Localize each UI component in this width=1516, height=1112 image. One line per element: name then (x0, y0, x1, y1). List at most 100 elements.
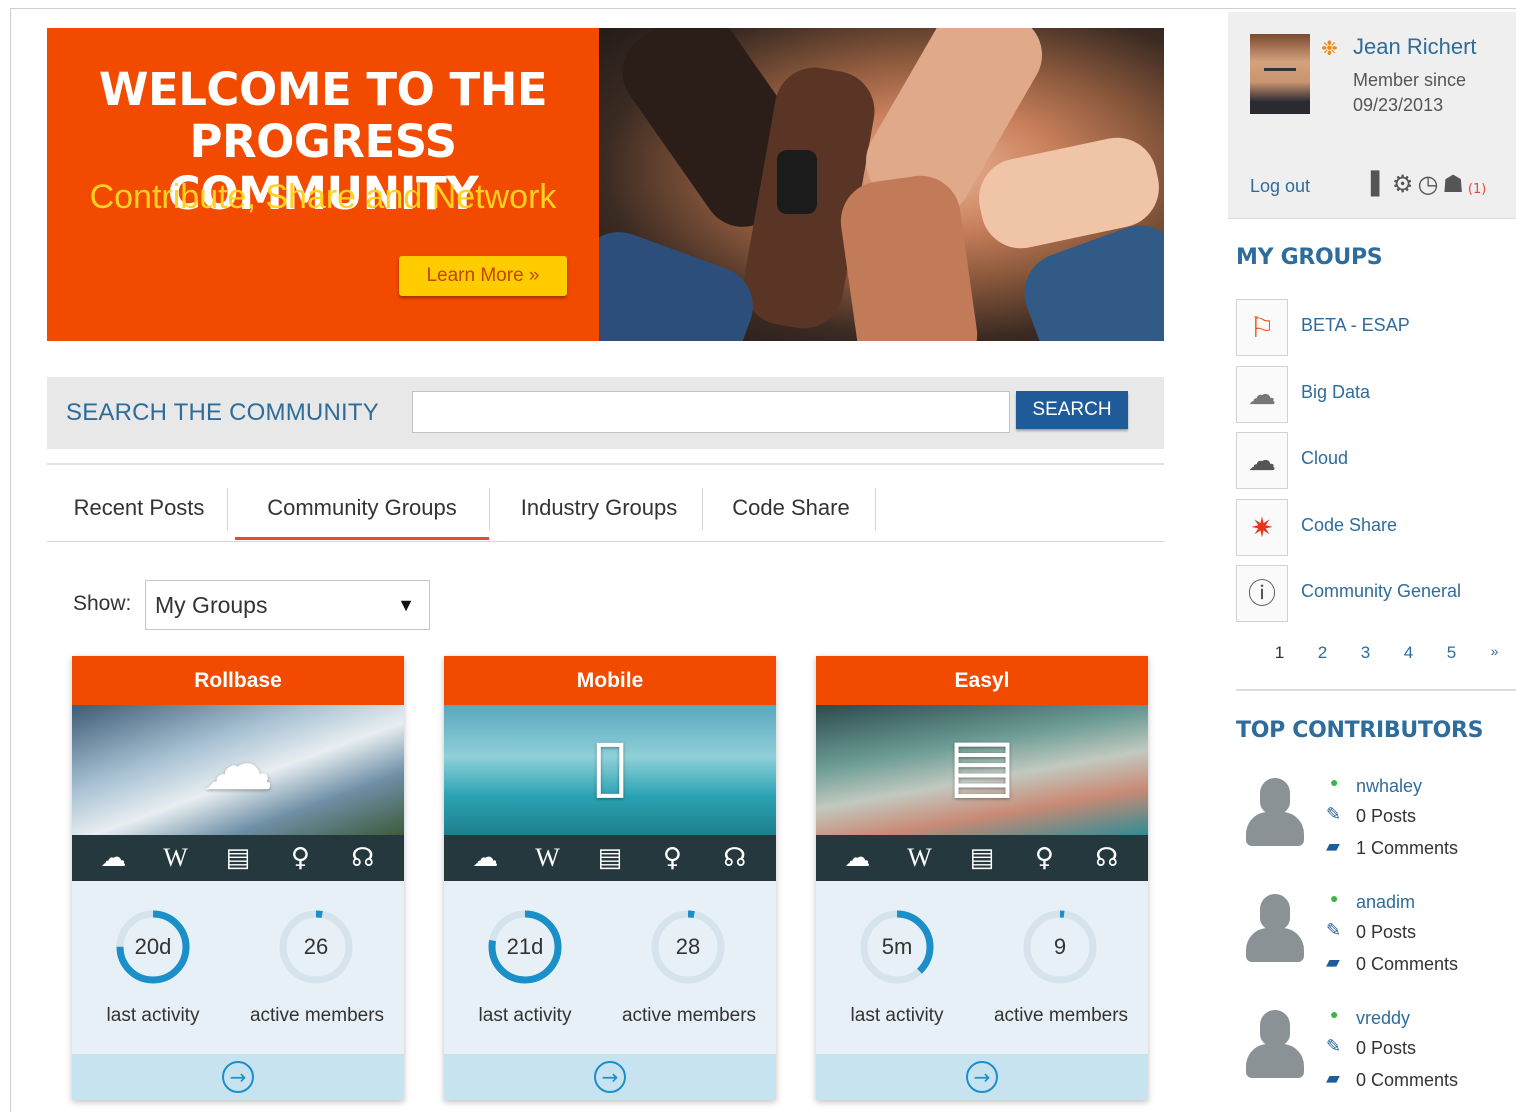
divider (47, 463, 1164, 465)
discussions-icon[interactable]: ☁ (465, 843, 505, 873)
history-clock-icon[interactable]: ◷ (1417, 170, 1438, 198)
tab-code-share[interactable]: Code Share (711, 486, 871, 530)
last-activity-label: last activity (106, 1005, 200, 1026)
notification-count[interactable]: (1) (1468, 182, 1486, 197)
online-status-icon: ● (1330, 890, 1339, 906)
my-group-item[interactable]: ✷ Code Share (1236, 499, 1506, 557)
ideas-icon[interactable]: ♀ (280, 843, 320, 873)
group-card: Rollbase ☁ ☁ W ▤ ♀ ☊ 20d last activity 26 active m… (72, 656, 404, 1100)
banner-hands-photo (599, 28, 1164, 341)
pencil-icon: ✎ (1326, 804, 1342, 825)
comments-icon: ▰ (1326, 836, 1340, 857)
arrow-right-circle-icon[interactable]: → (594, 1061, 626, 1093)
group-card-banner: ☁ (72, 705, 404, 835)
contributor-item: ● vreddy ✎ 0 Posts ▰ 0 Comments (1240, 1006, 1510, 1112)
last-activity-value: 20d (134, 934, 172, 959)
page-link-4[interactable]: 4 (1387, 643, 1430, 663)
wiki-icon[interactable]: W (156, 843, 196, 873)
group-card-title[interactable]: Mobile (444, 656, 776, 705)
my-group-name: Code Share (1301, 515, 1398, 535)
search-label: SEARCH THE COMMUNITY (66, 399, 379, 426)
tab-recent-posts[interactable]: Recent Posts (53, 486, 225, 530)
member-since-date: 09/23/2013 (1353, 95, 1444, 115)
contributor-item: ● nwhaley ✎ 0 Posts ▰ 1 Comments (1240, 774, 1510, 884)
ideas-icon[interactable]: ♀ (652, 843, 692, 873)
banner-subtitle: Contribute, Share and Network (89, 178, 557, 216)
arrow-right-circle-icon[interactable]: → (966, 1061, 998, 1093)
divider (1236, 689, 1516, 691)
group-card-title[interactable]: Rollbase (72, 656, 404, 705)
documents-icon[interactable]: ▤ (590, 843, 630, 873)
dropdown-arrow-icon: ▼ (397, 595, 415, 615)
avatar[interactable] (1250, 34, 1310, 114)
search-button[interactable]: SEARCH (1016, 391, 1128, 429)
documents-icon[interactable]: ▤ (218, 843, 258, 873)
show-filter-select[interactable]: My Groups ▼ (145, 580, 430, 630)
my-group-item[interactable]: ☁ Cloud (1236, 432, 1506, 490)
active-members-value: 26 (303, 934, 329, 959)
top-contributors-heading: TOP CONTRIBUTORS (1236, 718, 1484, 743)
contributor-posts: 0 Posts (1356, 806, 1417, 826)
contributor-comments: 0 Comments (1356, 954, 1459, 974)
friends-icon[interactable]: ☗ (1442, 170, 1464, 198)
page-link-2[interactable]: 2 (1301, 643, 1344, 663)
comments-icon: ▰ (1326, 952, 1340, 973)
my-group-item[interactable]: ☁ Big Data (1236, 366, 1506, 424)
my-group-item[interactable]: ⚐ BETA - ESAP (1236, 299, 1506, 357)
group-card-stats: 21d last activity 28 active members (444, 881, 776, 1054)
contributor-posts: 0 Posts (1356, 922, 1417, 942)
community-search-bar: SEARCH THE COMMUNITY SEARCH (47, 377, 1164, 449)
active-members-label: active members (249, 1005, 385, 1026)
my-group-name: Community General (1301, 581, 1462, 601)
show-filter-value: My Groups (155, 592, 268, 618)
pencil-icon: ✎ (1326, 920, 1342, 941)
page-link-3[interactable]: 3 (1344, 643, 1387, 663)
beta-person-icon: ⚐ (1236, 299, 1288, 356)
contributor-avatar-icon[interactable] (1244, 778, 1304, 848)
wiki-icon[interactable]: W (900, 843, 940, 873)
settings-gear-icon[interactable]: ⚙ (1392, 170, 1414, 198)
ideas-icon[interactable]: ♀ (1024, 843, 1064, 873)
contributor-name[interactable]: vreddy (1356, 1008, 1410, 1029)
online-status-icon: ● (1330, 774, 1339, 790)
group-card-toolbar: ☁ W ▤ ♀ ☊ (72, 835, 404, 881)
banner-text-panel: WELCOME TO THE PROGRESS COMMUNITY Contri… (47, 28, 599, 341)
documents-icon[interactable]: ▤ (962, 843, 1002, 873)
group-card-banner: ▯ (444, 705, 776, 835)
contributor-avatar-icon[interactable] (1244, 1010, 1304, 1080)
arrow-right-circle-icon[interactable]: → (222, 1061, 254, 1093)
rss-feed-icon[interactable]: ☊ (1087, 843, 1127, 873)
discussions-icon[interactable]: ☁ (93, 843, 133, 873)
tab-community-groups[interactable]: Community Groups (237, 486, 487, 530)
learn-more-button[interactable]: Learn More » (399, 256, 567, 296)
contributor-name[interactable]: anadim (1356, 892, 1415, 913)
tab-industry-groups[interactable]: Industry Groups (497, 486, 701, 530)
rss-feed-icon[interactable]: ☊ (343, 843, 383, 873)
active-members-value: 28 (675, 934, 701, 959)
contributor-comments: 0 Comments (1356, 1070, 1459, 1090)
group-card: Easyl ▤ ☁ W ▤ ♀ ☊ 5m last activity 9 active member… (816, 656, 1148, 1100)
user-name-link[interactable]: Jean Richert (1353, 34, 1477, 60)
group-card-banner: ▤ (816, 705, 1148, 835)
next-page-link[interactable]: » (1473, 643, 1516, 663)
logout-link[interactable]: Log out (1250, 176, 1310, 197)
cloud-table-icon: ☁ (202, 722, 274, 806)
rss-feed-icon[interactable]: ☊ (715, 843, 755, 873)
tab-separator (227, 488, 228, 530)
contributor-name[interactable]: nwhaley (1356, 776, 1422, 797)
report-document-icon: ▤ (947, 722, 1017, 806)
group-card-title[interactable]: Easyl (816, 656, 1148, 705)
search-input[interactable] (412, 391, 1010, 433)
my-group-item[interactable]: ⓘ Community General (1236, 565, 1506, 623)
wiki-icon[interactable]: W (528, 843, 568, 873)
smartphone-icon: ▯ (590, 722, 630, 806)
contributor-avatar-icon[interactable] (1244, 894, 1304, 964)
group-card-footer: → (816, 1054, 1148, 1100)
last-activity-label: last activity (850, 1005, 944, 1026)
discussions-icon[interactable]: ☁ (837, 843, 877, 873)
edit-profile-icon[interactable]: ▌ (1371, 172, 1388, 197)
page-link-1[interactable]: 1 (1258, 643, 1301, 663)
profile-box: ❉ Jean Richert Member since 09/23/2013 L… (1228, 12, 1516, 219)
page-link-5[interactable]: 5 (1430, 643, 1473, 663)
group-card-footer: → (444, 1054, 776, 1100)
